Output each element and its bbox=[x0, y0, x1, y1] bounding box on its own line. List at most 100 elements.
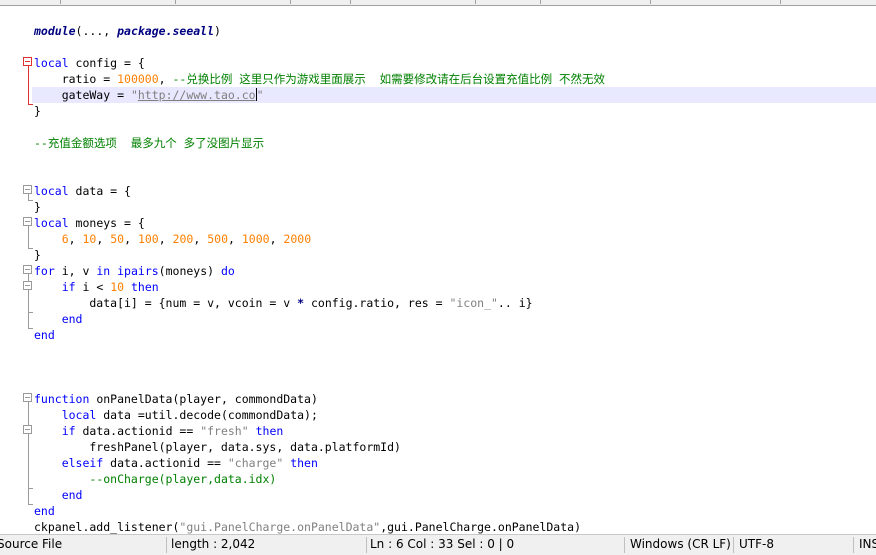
code-token: 10 bbox=[110, 280, 125, 294]
code-token: in bbox=[96, 264, 111, 278]
document-length: length : 2,042 bbox=[171, 537, 256, 551]
fold-toggle-icon[interactable] bbox=[23, 265, 32, 274]
code-token: , bbox=[96, 232, 111, 246]
code-line[interactable]: 6, 10, 50, 100, 200, 500, 1000, 2000 bbox=[34, 231, 876, 247]
eol-format[interactable]: Windows (CR LF) bbox=[627, 535, 734, 555]
code-token: 50 bbox=[110, 232, 125, 246]
code-line[interactable]: --充值金额选项 最多九个 多了没图片显示 bbox=[34, 135, 876, 151]
code-line[interactable]: end bbox=[34, 311, 876, 327]
code-token: data[i] = {num = v, vcoin = v bbox=[34, 296, 298, 310]
code-token: 6 bbox=[61, 232, 69, 246]
code-token: --充值金额选项 最多九个 多了没图片显示 bbox=[34, 136, 265, 150]
code-token: ,gui.PanelCharge.onPanelData) bbox=[380, 520, 581, 534]
code-token: --兑换比例 这里只作为游戏里面展示 如需要修改请在后台设置充值比例 不然无效 bbox=[172, 72, 606, 86]
code-line[interactable]: if data.actionid == "fresh" then bbox=[34, 423, 876, 439]
code-line[interactable]: elseif data.actionid == "charge" then bbox=[34, 455, 876, 471]
code-line[interactable]: ckpanel.add_listener("gui.PanelCharge.on… bbox=[34, 519, 876, 534]
status-bar: Source File length : 2,042 Ln : 6 Col : … bbox=[0, 534, 876, 555]
code-token: local bbox=[34, 216, 69, 230]
code-token: then bbox=[130, 280, 159, 294]
code-line[interactable]: } bbox=[34, 103, 876, 119]
code-token: 10 bbox=[82, 232, 97, 246]
code-token: package.seeall bbox=[117, 24, 215, 38]
code-token: data =util.decode(commondData); bbox=[96, 408, 318, 422]
code-line[interactable]: --onCharge(player,data.idx) bbox=[34, 471, 876, 487]
code-token: "fresh" bbox=[200, 424, 249, 438]
code-token: then bbox=[255, 424, 284, 438]
code-token: gateWay = bbox=[34, 88, 131, 102]
code-line[interactable] bbox=[34, 119, 876, 135]
code-line[interactable]: local data = { bbox=[34, 183, 876, 199]
code-token: moneys = { bbox=[68, 216, 145, 230]
code-token: 1000 bbox=[241, 232, 270, 246]
code-token: i < bbox=[75, 280, 111, 294]
code-token: end bbox=[34, 328, 55, 342]
code-token: ipairs bbox=[117, 264, 159, 278]
code-token: data = { bbox=[68, 184, 131, 198]
code-line[interactable]: } bbox=[34, 199, 876, 215]
code-line[interactable]: freshPanel(player, data.sys, data.platfo… bbox=[34, 439, 876, 455]
fold-toggle-icon[interactable] bbox=[23, 425, 32, 434]
code-line[interactable] bbox=[34, 343, 876, 359]
code-line[interactable]: module(..., package.seeall) bbox=[34, 23, 876, 39]
code-token: ratio = bbox=[34, 72, 118, 86]
code-token: " bbox=[130, 88, 138, 102]
code-line[interactable]: } bbox=[34, 247, 876, 263]
code-token: } bbox=[34, 248, 41, 262]
code-line[interactable]: function onPanelData(player, commondData… bbox=[34, 391, 876, 407]
encoding[interactable]: UTF-8 bbox=[736, 535, 851, 555]
code-token: 100 bbox=[137, 232, 159, 246]
code-line[interactable] bbox=[34, 167, 876, 183]
code-token: local bbox=[61, 408, 97, 422]
code-line[interactable]: ratio = 100000, --兑换比例 这里只作为游戏里面展示 如需要修改… bbox=[34, 71, 876, 87]
insert-mode[interactable]: INS bbox=[856, 535, 876, 555]
code-token: ) bbox=[214, 24, 221, 38]
code-token: function bbox=[34, 392, 90, 406]
code-token: , bbox=[228, 232, 242, 246]
code-text[interactable]: module(..., package.seeall) local config… bbox=[32, 23, 876, 534]
fold-toggle-icon[interactable] bbox=[23, 281, 32, 290]
fold-toggle-icon[interactable] bbox=[23, 393, 32, 402]
code-token: do bbox=[220, 264, 235, 278]
code-line[interactable] bbox=[34, 359, 876, 375]
code-token: "icon_" bbox=[449, 296, 498, 310]
code-line[interactable] bbox=[34, 151, 876, 167]
code-line[interactable] bbox=[34, 375, 876, 391]
code-line[interactable]: if i < 10 then bbox=[34, 279, 876, 295]
code-token: , bbox=[193, 232, 208, 246]
fold-toggle-icon[interactable] bbox=[23, 57, 32, 66]
code-line[interactable]: data[i] = {num = v, vcoin = v * config.r… bbox=[34, 295, 876, 311]
fold-toggle-icon[interactable] bbox=[23, 217, 32, 226]
code-token: end bbox=[61, 488, 83, 502]
code-line[interactable]: local data =util.decode(commondData); bbox=[34, 407, 876, 423]
current-code-line[interactable]: gateWay = "http://www.tao.co" bbox=[32, 87, 876, 103]
code-editor[interactable]: module(..., package.seeall) local config… bbox=[0, 6, 876, 534]
code-token: , bbox=[68, 232, 83, 246]
code-token: i, v bbox=[54, 264, 97, 278]
code-token: config.ratio, res = bbox=[304, 296, 450, 310]
code-line[interactable]: for i, v in ipairs(moneys) do bbox=[34, 263, 876, 279]
code-line[interactable] bbox=[34, 39, 876, 55]
code-token: .. i} bbox=[497, 296, 533, 310]
code-token: , bbox=[158, 72, 173, 86]
code-line[interactable]: end bbox=[34, 503, 876, 519]
code-token: , bbox=[269, 232, 284, 246]
code-token: 2000 bbox=[283, 232, 312, 246]
code-token: } bbox=[34, 200, 41, 214]
code-line[interactable]: local config = { bbox=[34, 55, 876, 71]
code-line[interactable]: end bbox=[34, 327, 876, 343]
code-token: if bbox=[61, 424, 76, 438]
code-token: end bbox=[34, 504, 55, 518]
code-line[interactable]: end bbox=[34, 487, 876, 503]
file-type-label: Source File bbox=[0, 537, 63, 551]
code-token: data.actionid == bbox=[75, 424, 201, 438]
code-token: http://www.tao.co bbox=[137, 88, 256, 102]
fold-toggle-icon[interactable] bbox=[23, 185, 32, 194]
code-line[interactable]: local moneys = { bbox=[34, 215, 876, 231]
